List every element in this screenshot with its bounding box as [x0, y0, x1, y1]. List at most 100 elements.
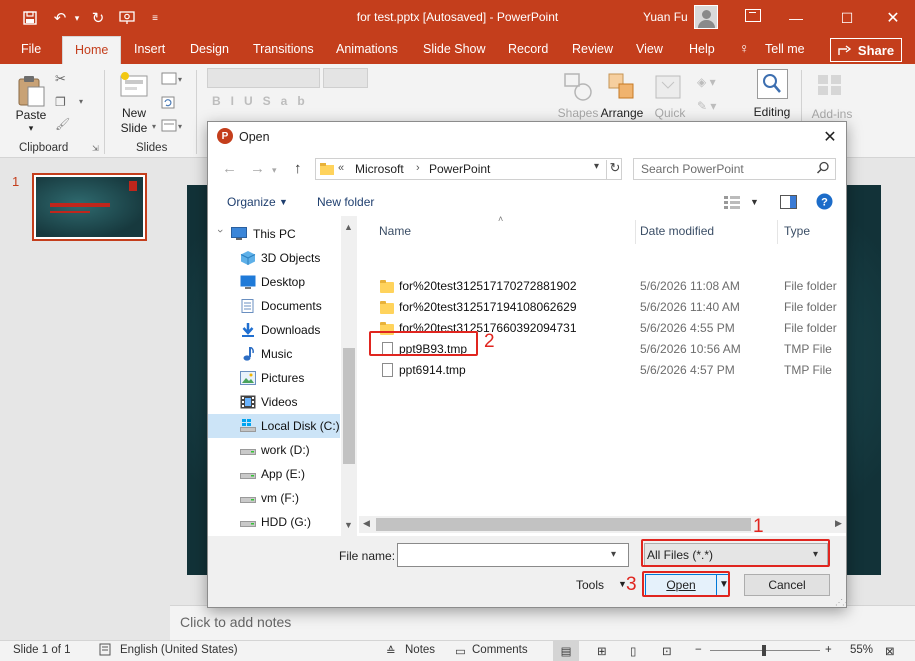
- cancel-button[interactable]: Cancel: [744, 574, 830, 596]
- nav-item-documents[interactable]: Documents: [208, 294, 340, 318]
- tab-file[interactable]: File: [21, 42, 41, 56]
- quick-styles-icon[interactable]: [654, 72, 684, 105]
- column-header-name[interactable]: Name: [379, 224, 411, 238]
- nav-item-downloads[interactable]: Downloads: [208, 318, 340, 342]
- shapes-icon[interactable]: [563, 72, 593, 105]
- nav-item-videos[interactable]: Videos: [208, 390, 340, 414]
- new-slide-label[interactable]: New Slide: [112, 106, 156, 136]
- nav-item-3d-objects[interactable]: 3D Objects: [208, 246, 340, 270]
- font-style-buttons[interactable]: BIUSab: [212, 94, 315, 108]
- font-name-box[interactable]: [207, 68, 320, 88]
- clipboard-launcher-icon[interactable]: ⇲: [92, 144, 99, 153]
- file-row[interactable]: for%20test312517170272881902 5/6/2026 11:…: [359, 276, 846, 297]
- file-name-input[interactable]: [400, 546, 600, 564]
- address-chevron-icon[interactable]: ›: [416, 162, 420, 174]
- dialog-close-icon[interactable]: ✕: [818, 126, 842, 148]
- paste-dropdown-icon[interactable]: ▾: [24, 123, 38, 134]
- nav-item-local-disk-c[interactable]: Local Disk (C:): [208, 414, 340, 438]
- tab-help[interactable]: Help: [689, 42, 715, 56]
- expand-chevron-icon[interactable]: ›: [214, 229, 226, 233]
- nav-item-this-pc[interactable]: This PC: [208, 222, 340, 246]
- address-dropdown-icon[interactable]: ▾: [594, 161, 599, 172]
- font-size-box[interactable]: [323, 68, 368, 88]
- scroll-up-icon[interactable]: ▲: [344, 222, 353, 232]
- nav-item-vm-f[interactable]: vm (F:): [208, 486, 340, 510]
- avatar[interactable]: [694, 5, 718, 29]
- tab-review[interactable]: Review: [572, 42, 613, 56]
- slide-sorter-icon[interactable]: ⊞: [597, 644, 607, 658]
- zoom-out-icon[interactable]: −: [695, 644, 702, 656]
- file-name-dropdown-icon[interactable]: ▾: [611, 549, 616, 560]
- copy-dropdown-icon[interactable]: ▾: [79, 97, 83, 106]
- tab-record[interactable]: Record: [508, 42, 548, 56]
- tab-design[interactable]: Design: [190, 42, 229, 56]
- zoom-in-icon[interactable]: +: [825, 644, 832, 656]
- help-icon[interactable]: ?: [816, 193, 833, 210]
- address-overflow[interactable]: «: [338, 162, 344, 174]
- comments-toggle[interactable]: Comments: [472, 644, 528, 656]
- notes-pane[interactable]: Click to add notes: [170, 605, 915, 640]
- section-icon[interactable]: ▾: [161, 119, 183, 136]
- arrange-label[interactable]: Arrange: [598, 106, 646, 120]
- new-slide-icon[interactable]: [118, 70, 150, 102]
- file-row[interactable]: ppt6914.tmp 5/6/2026 4:57 PM TMP File: [359, 360, 846, 381]
- nav-item-music[interactable]: Music: [208, 342, 340, 366]
- save-icon[interactable]: [20, 8, 40, 28]
- file-row[interactable]: for%20test312517194108062629 5/6/2026 11:…: [359, 297, 846, 318]
- arrange-icon[interactable]: [607, 72, 637, 105]
- comments-icon[interactable]: ▭: [455, 644, 466, 658]
- present-icon[interactable]: [117, 8, 137, 28]
- user-name[interactable]: Yuan Fu: [643, 10, 688, 24]
- tab-slide-show[interactable]: Slide Show: [423, 42, 486, 56]
- tab-transitions[interactable]: Transitions: [253, 42, 314, 56]
- slideshow-view-icon[interactable]: ⊡: [662, 644, 672, 658]
- nav-item-work-d[interactable]: work (D:): [208, 438, 340, 462]
- tab-tell-me[interactable]: Tell me: [765, 42, 805, 56]
- address-segment-microsoft[interactable]: Microsoft: [355, 162, 404, 176]
- scrollbar-thumb[interactable]: [343, 348, 355, 464]
- copy-icon[interactable]: ❐: [55, 95, 66, 109]
- fit-slide-icon[interactable]: ⊠: [885, 644, 895, 658]
- normal-view-icon[interactable]: ▤: [553, 641, 579, 661]
- organize-button[interactable]: Organize: [227, 195, 276, 209]
- notes-icon[interactable]: ≙: [386, 644, 396, 658]
- layout-icon[interactable]: ▾: [161, 72, 183, 89]
- redo-icon[interactable]: ↻: [88, 8, 108, 28]
- tab-insert[interactable]: Insert: [134, 42, 165, 56]
- search-box[interactable]: [633, 158, 836, 180]
- format-painter-icon[interactable]: 🖌: [55, 117, 70, 131]
- zoom-level[interactable]: 55%: [850, 644, 873, 656]
- editing-icon[interactable]: [757, 69, 788, 99]
- spellcheck-icon[interactable]: [99, 643, 111, 659]
- address-segment-powerpoint[interactable]: PowerPoint: [429, 162, 490, 176]
- undo-dropdown-icon[interactable]: ▾: [72, 8, 82, 28]
- add-ins-label[interactable]: Add-ins: [806, 107, 858, 121]
- scroll-left-icon[interactable]: ◀: [363, 518, 370, 529]
- scrollbar-thumb[interactable]: [376, 518, 751, 531]
- tab-animations[interactable]: Animations: [336, 42, 398, 56]
- share-button[interactable]: Share: [830, 38, 902, 62]
- undo-icon[interactable]: ↶: [50, 8, 70, 28]
- tab-view[interactable]: View: [636, 42, 663, 56]
- customize-icon[interactable]: ≡: [148, 8, 162, 28]
- paste-icon[interactable]: [16, 74, 46, 108]
- notes-toggle[interactable]: Notes: [405, 644, 435, 656]
- nav-item-app-e[interactable]: App (E:): [208, 462, 340, 486]
- zoom-slider-handle[interactable]: [762, 645, 766, 656]
- scroll-down-icon[interactable]: ▼: [344, 520, 353, 530]
- language-indicator[interactable]: English (United States): [120, 644, 238, 656]
- resize-grip-icon[interactable]: ⋰⋰: [835, 598, 846, 607]
- editing-label[interactable]: Editing: [748, 105, 796, 119]
- reading-view-icon[interactable]: ▯: [630, 644, 636, 658]
- paste-label[interactable]: Paste: [14, 108, 48, 122]
- tools-button[interactable]: Tools: [576, 578, 604, 592]
- add-ins-icon[interactable]: [815, 72, 845, 101]
- maximize-icon[interactable]: ☐: [824, 0, 870, 36]
- search-input[interactable]: [635, 160, 813, 178]
- nav-item-desktop[interactable]: Desktop: [208, 270, 340, 294]
- quick-styles-label[interactable]: Quick: [648, 106, 692, 120]
- nav-item-pictures[interactable]: Pictures: [208, 366, 340, 390]
- nav-item-hdd-g[interactable]: HDD (G:): [208, 510, 340, 534]
- cut-icon[interactable]: ✂: [55, 71, 66, 87]
- minimize-icon[interactable]: —: [773, 0, 819, 36]
